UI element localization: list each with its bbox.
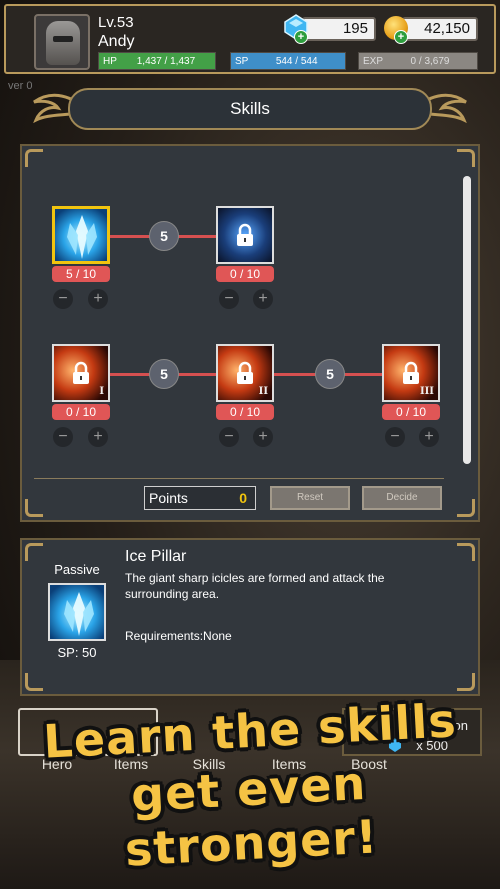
corner-ornament [457,673,475,691]
ice-crystal-icon [64,592,94,636]
visor [53,36,73,42]
lock-icon [403,361,419,384]
skill-description: The giant sharp icicles are formed and a… [125,571,385,601]
lock-icon [73,361,89,384]
skill-level-label: 0 / 10 [216,266,274,282]
skill-minus-button[interactable]: − [53,289,73,309]
skill-minus-button[interactable]: − [219,289,239,309]
skill-ice-pillar[interactable] [52,206,110,264]
sp-bar: SP 544 / 544 [230,52,346,70]
decide-button[interactable]: Decide [362,486,442,510]
skill-requirements: Requirements:None [125,629,232,643]
corner-ornament [25,543,43,561]
player-header: Lv.53 Andy HP 1,437 / 1,437 SP 544 / 544… [4,4,496,74]
scrollbar[interactable] [463,176,471,464]
page-title-text: Skills [230,99,270,118]
hp-bar: HP 1,437 / 1,437 [98,52,216,70]
skill-minus-button[interactable]: − [219,427,239,447]
skill-tier-label: II [258,386,268,397]
skill-link-requirement: 5 [149,221,179,251]
skill-type-label: Passive [54,562,100,577]
helmet-icon [46,21,80,65]
scrollbar-thumb[interactable] [463,176,471,464]
skill-plus-button[interactable]: + [88,427,108,447]
gold-counter: 42,150 [402,17,478,41]
ice-crystal-icon [67,215,97,259]
skill-tier-label: III [419,386,434,397]
skill-level-label: 5 / 10 [52,266,110,282]
points-display: Points 0 [144,486,256,510]
skill-fire-1[interactable]: I [52,344,110,402]
skill-minus-button[interactable]: − [53,427,73,447]
skill-level-label: 0 / 10 [382,404,440,420]
corner-ornament [25,499,43,517]
sp-value: 544 / 544 [275,55,318,67]
skill-sp-cost: SP: 50 [57,645,97,660]
exp-label: EXP [363,55,384,67]
skill-link-requirement: 5 [149,359,179,389]
lock-icon [237,361,253,384]
gem-counter: 195 [302,17,376,41]
skill-level-label: 0 / 10 [52,404,110,420]
corner-ornament [25,673,43,691]
corner-ornament [457,149,475,167]
points-label: Points [149,490,188,506]
page-title: Skills [68,88,432,130]
skill-tier-label: I [99,386,104,397]
avatar[interactable] [34,14,90,70]
skill-name: Ice Pillar [125,548,187,565]
skill-tree-panel [20,144,480,522]
selected-skill-icon [48,583,106,641]
lock-icon [237,223,253,246]
skill-blue-orb[interactable] [216,206,274,264]
player-name: Andy [98,33,135,50]
hp-label: HP [103,55,117,67]
skill-minus-button[interactable]: − [385,427,405,447]
panel-divider [34,478,444,479]
skill-plus-button[interactable]: + [88,289,108,309]
sp-label: SP [235,55,249,67]
corner-ornament [25,149,43,167]
skill-fire-2[interactable]: II [216,344,274,402]
skill-plus-button[interactable]: + [419,427,439,447]
hp-value: 1,437 / 1,437 [136,55,196,67]
skill-plus-button[interactable]: + [253,427,273,447]
exp-bar: EXP 0 / 3,679 [358,52,478,70]
player-level: Lv.53 [98,14,134,31]
skill-plus-button[interactable]: + [253,289,273,309]
points-value: 0 [239,490,247,506]
reset-button[interactable]: Reset [270,486,350,510]
exp-value: 0 / 3,679 [410,55,450,67]
skill-level-label: 0 / 10 [216,404,274,420]
buy-gold-button[interactable]: + [394,30,408,44]
skill-fire-3[interactable]: III [382,344,440,402]
skill-link-requirement: 5 [315,359,345,389]
buy-gems-button[interactable]: + [294,30,308,44]
corner-ornament [457,499,475,517]
corner-ornament [457,543,475,561]
